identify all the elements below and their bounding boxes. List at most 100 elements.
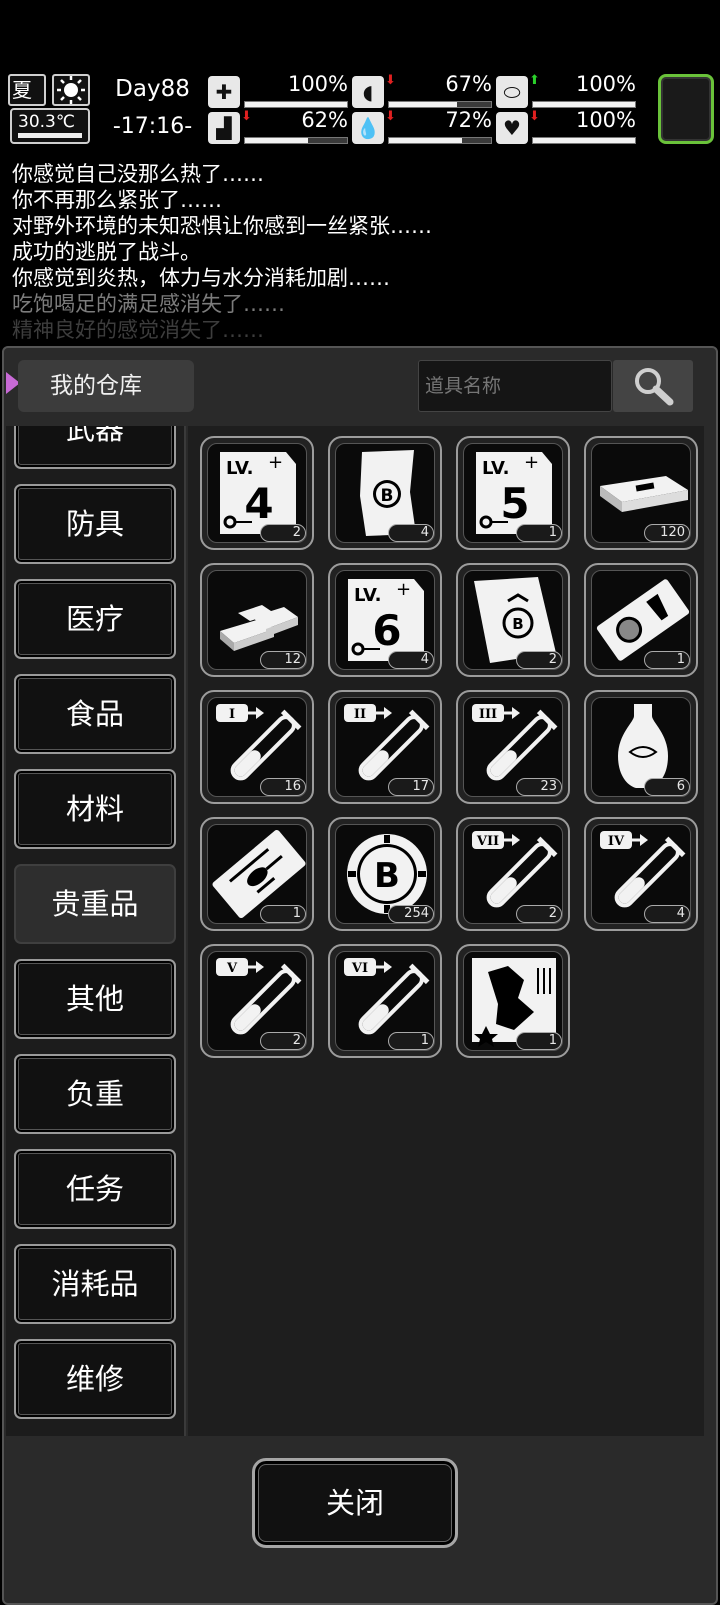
inventory-item[interactable]: VI 1 <box>328 944 442 1058</box>
stat-meter: 💧 ⬇ 72% <box>352 108 492 146</box>
svg-text:B: B <box>512 615 523 633</box>
log-line: 成功的逃脱了战斗。 <box>12 240 201 264</box>
sun-icon <box>52 74 90 106</box>
arrow-down-icon: ⬇ <box>385 73 396 88</box>
svg-text:LV.: LV. <box>354 585 381 606</box>
day-counter: Day88 <box>115 76 190 102</box>
stomach-icon: ◖ <box>352 76 384 108</box>
item-count-badge: 2 <box>516 905 562 923</box>
category-tab[interactable]: 任务 <box>14 1149 176 1229</box>
item-count-badge: 6 <box>644 778 690 796</box>
inventory-item[interactable]: 1 <box>456 944 570 1058</box>
warehouse-panel: 我的仓库 武器防具医疗食品材料贵重品其他负重任务消耗品维修 LV. + 4 2 … <box>2 346 718 1605</box>
category-tab[interactable]: 食品 <box>14 674 176 754</box>
log-line: 你感觉到炎热，体力与水分消耗加剧…… <box>12 266 390 290</box>
inventory-item[interactable]: 120 <box>584 436 698 550</box>
category-list: 武器防具医疗食品材料贵重品其他负重任务消耗品维修 <box>6 426 186 1436</box>
log-line: 精神良好的感觉消失了…… <box>12 318 264 342</box>
inventory-item[interactable]: II 17 <box>328 690 442 804</box>
item-search-input[interactable] <box>418 360 612 412</box>
svg-text:+: + <box>396 579 411 600</box>
item-count-badge: 12 <box>260 651 306 669</box>
item-count-badge: 4 <box>388 651 434 669</box>
svg-text:III: III <box>479 707 497 722</box>
svg-text:IV: IV <box>608 834 625 849</box>
log-line: 你不再那么紧张了…… <box>12 188 222 212</box>
svg-text:I: I <box>229 707 235 722</box>
arrow-down-icon: ⬇ <box>385 109 396 124</box>
inventory-item[interactable]: IV 4 <box>584 817 698 931</box>
stat-meter: ▟ ⬇ 62% <box>208 108 348 146</box>
inventory-item[interactable]: V 2 <box>200 944 314 1058</box>
game-clock: -17:16- <box>112 114 193 139</box>
inventory-item[interactable]: VII 2 <box>456 817 570 931</box>
inventory-item[interactable]: I 16 <box>200 690 314 804</box>
stat-bar <box>244 137 348 144</box>
svg-text:5: 5 <box>500 479 529 528</box>
svg-text:LV.: LV. <box>226 458 253 479</box>
message-log: 你感觉自己没那么热了…… 你不再那么紧张了…… 对野外环境的未知恐惧让你感到一丝紧张… <box>0 153 720 343</box>
search-button[interactable] <box>613 360 693 412</box>
category-tab[interactable]: 医疗 <box>14 579 176 659</box>
item-count-badge: 1 <box>516 1032 562 1050</box>
category-tab[interactable]: 防具 <box>14 484 176 564</box>
close-button[interactable]: 关闭 <box>252 1458 458 1548</box>
medkit-icon: ✚ <box>208 76 240 108</box>
log-line: 吃饱喝足的满足感消失了…… <box>12 292 285 316</box>
inventory-item[interactable]: LV. + 6 4 <box>328 563 442 677</box>
inventory-item[interactable]: B 254 <box>328 817 442 931</box>
status-hud: 夏 30.3℃ Day88 -17:16- ✚ 100% ◖ ⬇ 67% ⬭ ⬆ 100% ▟ ⬇… <box>0 70 720 150</box>
temperature-gauge: 30.3℃ <box>10 108 90 144</box>
category-tab[interactable]: 其他 <box>14 959 176 1039</box>
inventory-item[interactable]: 1 <box>200 817 314 931</box>
item-count-badge: 1 <box>260 905 306 923</box>
inventory-item[interactable]: 12 <box>200 563 314 677</box>
equipment-slot[interactable] <box>658 74 714 144</box>
category-tab[interactable]: 维修 <box>14 1339 176 1419</box>
item-count-badge: 4 <box>388 524 434 542</box>
stat-percent: 100% <box>575 72 636 96</box>
boot-icon: ▟ <box>208 112 240 144</box>
stat-bar <box>532 137 636 144</box>
svg-text:+: + <box>268 452 283 473</box>
category-tab[interactable]: 消耗品 <box>14 1244 176 1324</box>
category-tab[interactable]: 负重 <box>14 1054 176 1134</box>
item-count-badge: 4 <box>644 905 690 923</box>
item-count-badge: 1 <box>388 1032 434 1050</box>
category-tab[interactable]: 贵重品 <box>14 864 176 944</box>
log-line: 你感觉自己没那么热了…… <box>12 162 264 186</box>
pill-icon: ⬭ <box>496 76 528 108</box>
item-count-badge: 2 <box>260 524 306 542</box>
item-grid: LV. + 4 2 B 4 LV. + 5 1 120 12 LV. + 6 4… <box>188 426 704 1436</box>
stat-meter: ♥ ⬇ 100% <box>496 108 636 146</box>
season-indicator: 夏 <box>8 74 46 106</box>
svg-text:II: II <box>354 707 366 722</box>
item-count-badge: 2 <box>260 1032 306 1050</box>
inventory-item[interactable]: B 2 <box>456 563 570 677</box>
inventory-item[interactable]: III 23 <box>456 690 570 804</box>
stat-meter: ⬭ ⬆ 100% <box>496 72 636 110</box>
arrow-down-icon: ⬇ <box>241 109 252 124</box>
svg-text:VII: VII <box>476 834 499 849</box>
item-count-badge: 120 <box>644 524 690 542</box>
inventory-item[interactable]: 6 <box>584 690 698 804</box>
inventory-item[interactable]: LV. + 4 2 <box>200 436 314 550</box>
category-tab[interactable]: 材料 <box>14 769 176 849</box>
svg-text:V: V <box>226 961 238 976</box>
temperature-value: 30.3℃ <box>18 112 75 132</box>
svg-text:6: 6 <box>372 606 401 655</box>
stat-percent: 72% <box>445 108 492 132</box>
water-drop-icon: 💧 <box>352 112 384 144</box>
item-count-badge: 16 <box>260 778 306 796</box>
stat-percent: 67% <box>445 72 492 96</box>
category-tab[interactable]: 武器 <box>14 426 176 469</box>
inventory-item[interactable]: 1 <box>584 563 698 677</box>
stat-meter: ◖ ⬇ 67% <box>352 72 492 110</box>
svg-text:LV.: LV. <box>482 458 509 479</box>
svg-text:4: 4 <box>244 479 273 528</box>
stat-percent: 62% <box>301 108 348 132</box>
svg-text:B: B <box>374 856 400 896</box>
inventory-item[interactable]: B 4 <box>328 436 442 550</box>
inventory-item[interactable]: LV. + 5 1 <box>456 436 570 550</box>
search-icon <box>635 368 674 406</box>
